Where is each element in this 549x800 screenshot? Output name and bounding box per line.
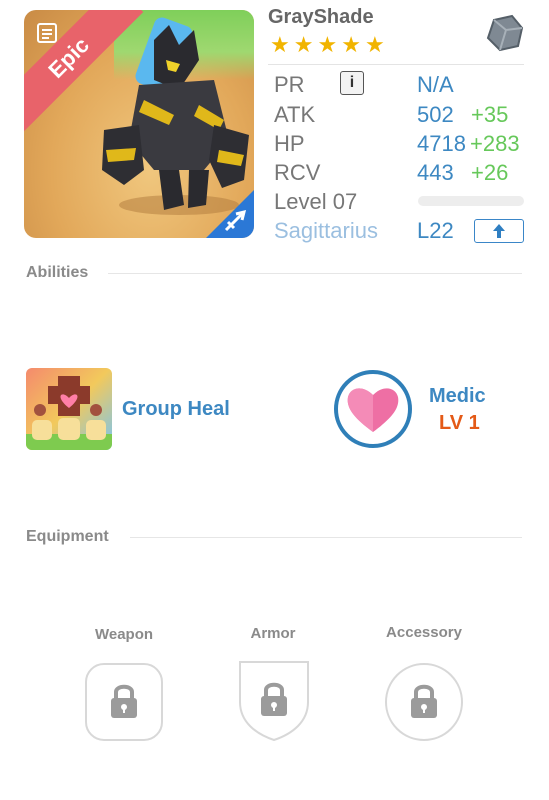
card-icon[interactable] [36,22,58,44]
trait-level: LV 1 [439,412,480,434]
rcv-label: RCV [274,160,321,185]
pr-value: N/A [417,72,454,97]
level-label: Level 07 [274,189,358,214]
heal-art [26,376,112,450]
abilities-title: Abilities [26,264,89,281]
lock-icon [111,684,137,718]
section-divider [108,273,522,274]
hero-name: GrayShade [268,6,374,28]
star-icon: ★ [341,32,361,57]
zodiac-label[interactable]: Sagittarius [274,218,378,244]
armor-slot[interactable] [234,660,314,742]
atk-label: ATK [274,102,316,127]
accessory-label: Accessory [386,624,462,641]
rock-icon[interactable] [486,14,524,52]
divider [268,64,524,65]
lock-icon [261,682,287,716]
heart-icon [347,388,399,432]
hero-portrait[interactable]: Epic [24,10,254,238]
weapon-label: Weapon [94,626,154,643]
star-icon: ★ [293,32,314,57]
trait-name: Medic [429,385,486,407]
star-icon: ★ [364,32,385,57]
section-divider [130,537,522,538]
pr-label: PR [274,72,305,97]
lock-icon [411,684,437,718]
arrow-up-icon [493,224,505,238]
hp-label: HP [274,131,305,156]
info-button[interactable]: i [340,71,364,95]
accessory-slot[interactable] [384,662,464,742]
atk-value: 502 [417,102,454,127]
bow-icon [224,209,247,232]
weapon-slot[interactable] [84,662,164,742]
trait-badge[interactable] [334,370,412,448]
zodiac-level: L22 [417,218,454,243]
atk-bonus: +35 [471,102,509,127]
rcv-bonus: +26 [471,160,509,185]
group-heal-icon[interactable] [26,368,112,450]
upgrade-button[interactable] [474,219,524,243]
hp-value: 4718 [417,131,466,156]
hp-bonus: +283 [470,131,520,156]
star-icon: ★ [270,32,290,57]
star-rating: ★ ★ ★ ★ ★ [270,34,385,56]
star-icon: ★ [317,32,338,57]
level-progress-bar [418,196,524,206]
skill-name[interactable]: Group Heal [122,398,230,421]
armor-label: Armor [250,625,296,642]
equipment-title: Equipment [26,528,109,545]
rcv-value: 443 [417,160,454,185]
